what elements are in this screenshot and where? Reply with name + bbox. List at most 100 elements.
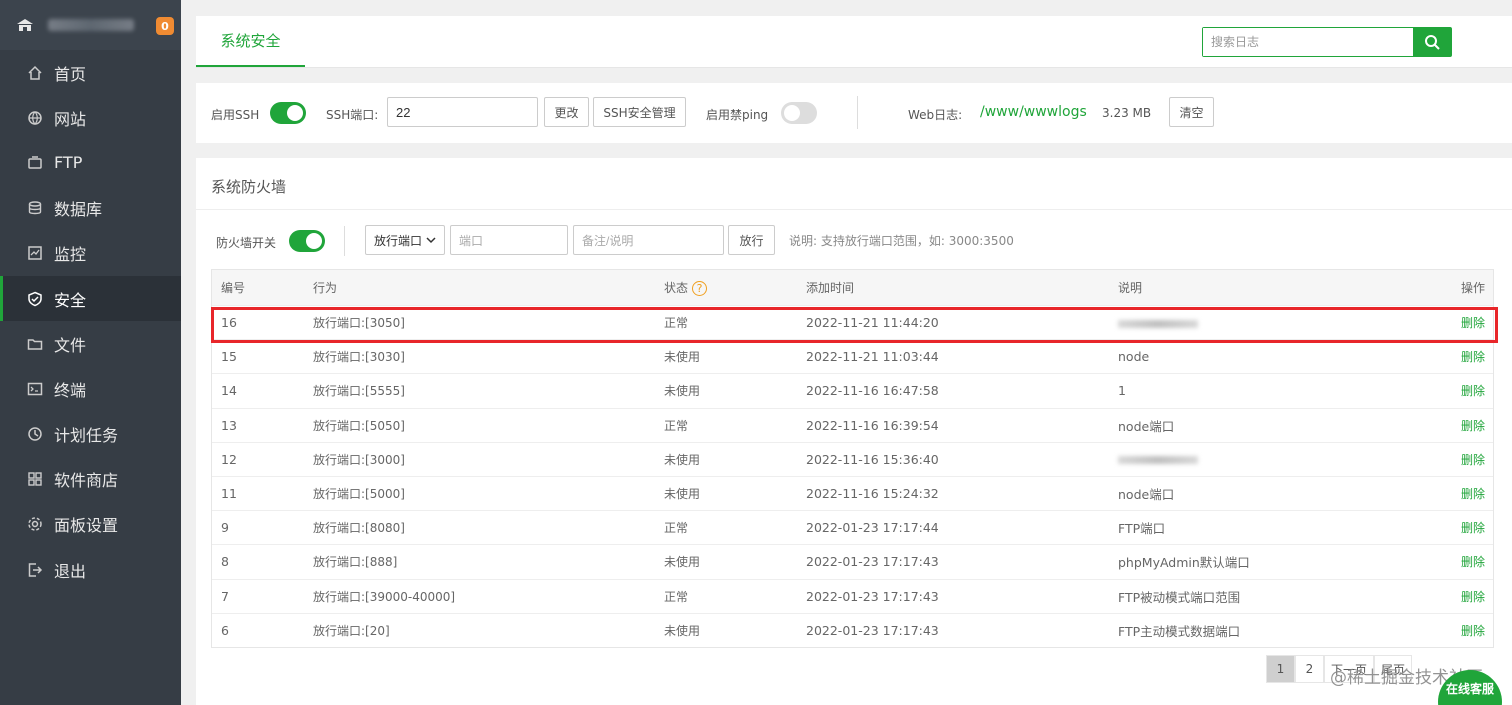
sidebar-item-folder[interactable]: 文件 [0, 321, 181, 366]
delete-link[interactable]: 删除 [1461, 348, 1485, 365]
cell-action: 放行端口:[888] [313, 555, 398, 570]
weblog-path-link[interactable]: /www/wwwlogs [980, 104, 1087, 120]
allow-button[interactable]: 放行 [728, 225, 775, 255]
clear-log-button[interactable]: 清空 [1169, 97, 1214, 127]
table-row: 7 放行端口:[39000-40000] 正常 2022-01-23 17:17:43… [212, 578, 1493, 613]
rule-type-select[interactable]: 放行端口 [365, 225, 445, 255]
sidebar-item-gear[interactable]: 面板设置 [0, 502, 181, 547]
ssh-port-input[interactable]: 22 [387, 97, 538, 127]
database-icon [28, 201, 42, 215]
cell-action: 放行端口:[20] [313, 623, 390, 638]
log-search [1202, 27, 1452, 57]
ssh-manage-button[interactable]: SSH安全管理 [593, 97, 686, 127]
cell-action: 放行端口:[3050] [313, 316, 405, 331]
firewall-panel: 系统防火墙 防火墙开关 放行端口 端口 备注/说明 放行 说明: 支持放行端口范… [196, 158, 1512, 705]
table-row: 6 放行端口:[20] 未使用 2022-01-23 17:17:43 FTP主动模式数… [212, 612, 1493, 647]
sidebar-item-label: 面板设置 [54, 516, 119, 536]
table-row: 15 放行端口:[3030] 未使用 2022-11-21 11:03:44 node 删… [212, 339, 1493, 373]
cell-status: 正常 [664, 589, 689, 604]
ssh-port-label: SSH端口: [326, 108, 379, 122]
sidebar-item-ftp[interactable]: FTP [0, 140, 181, 185]
sidebar: 0 首页网站 FTP 数据库监控安全文件终端 计划任务软件商店面板设置退出 [0, 0, 181, 705]
divider [196, 209, 1512, 210]
delete-link[interactable]: 删除 [1461, 622, 1485, 639]
cell-status: 未使用 [664, 555, 701, 570]
monitor-icon [28, 246, 42, 261]
sidebar-item-label: 文件 [54, 335, 87, 355]
cell-note: node [1118, 349, 1150, 365]
header-status: 状态? [664, 279, 708, 296]
gear-icon [28, 517, 42, 532]
cell-id: 7 [221, 588, 229, 604]
page-2[interactable]: 2 [1295, 655, 1324, 683]
sidebar-item-logout[interactable]: 退出 [0, 547, 181, 592]
notification-badge[interactable]: 0 [156, 17, 174, 35]
page-1[interactable]: 1 [1266, 655, 1295, 683]
firewall-toggle[interactable] [289, 230, 325, 252]
sidebar-item-monitor[interactable]: 监控 [0, 231, 181, 276]
cell-status: 未使用 [664, 487, 701, 502]
cell-id: 9 [221, 520, 229, 536]
port-input[interactable]: 端口 [450, 225, 568, 255]
header-id: 编号 [221, 281, 246, 295]
search-input[interactable] [1203, 28, 1413, 56]
cell-status: 未使用 [664, 623, 701, 638]
sidebar-item-label: 安全 [54, 290, 87, 310]
search-button[interactable] [1413, 28, 1451, 56]
table-row: 13 放行端口:[5050] 正常 2022-11-16 16:39:54 node端口… [212, 407, 1493, 442]
home-icon [28, 65, 42, 80]
cell-id: 15 [221, 349, 237, 365]
rule-type-value: 放行端口 [374, 233, 423, 248]
cell-note-blurred [1118, 315, 1198, 330]
cell-time: 2022-11-16 16:47:58 [806, 383, 939, 399]
firewall-switch-label: 防火墙开关 [216, 236, 277, 250]
sidebar-item-terminal[interactable]: 终端 [0, 366, 181, 411]
change-port-button[interactable]: 更改 [544, 97, 589, 127]
delete-link[interactable]: 删除 [1461, 553, 1485, 570]
cell-status: 正常 [664, 418, 689, 433]
sidebar-item-shield[interactable]: 安全 [0, 275, 181, 322]
sidebar-item-home[interactable]: 首页 [0, 50, 181, 95]
cell-note: node端口 [1118, 487, 1175, 503]
sidebar-item-label: 监控 [54, 245, 87, 265]
delete-link[interactable]: 删除 [1461, 588, 1485, 605]
table-header: 编号 行为 状态? 添加时间 说明 操作 [212, 270, 1493, 305]
delete-link[interactable]: 删除 [1461, 314, 1485, 331]
sidebar-item-database[interactable]: 数据库 [0, 186, 181, 231]
blurred-note [1118, 319, 1198, 328]
sidebar-item-label: 软件商店 [54, 471, 119, 491]
cell-time: 2022-11-21 11:44:20 [806, 315, 939, 331]
sidebar-item-label: 网站 [54, 109, 87, 129]
cell-action: 放行端口:[8080] [313, 521, 405, 536]
delete-link[interactable]: 删除 [1461, 519, 1485, 536]
table-row: 12 放行端口:[3000] 未使用 2022-11-16 15:36:40 删除 [212, 441, 1493, 476]
cell-time: 2022-11-16 15:24:32 [806, 486, 939, 502]
shield-icon [28, 291, 42, 306]
help-icon[interactable]: ? [692, 281, 708, 296]
ssh-enable-label: 启用SSH [211, 108, 260, 122]
sidebar-item-apps[interactable]: 软件商店 [0, 457, 181, 502]
cell-id: 12 [221, 451, 237, 467]
sidebar-item-globe[interactable]: 网站 [0, 95, 181, 140]
ssh-toggle[interactable] [270, 102, 306, 124]
sidebar-item-clock[interactable]: 计划任务 [0, 412, 181, 457]
tab-system-security[interactable]: 系统安全 [196, 16, 305, 67]
delete-link[interactable]: 删除 [1461, 382, 1485, 399]
cell-note: FTP端口 [1118, 521, 1166, 537]
cell-status: 未使用 [664, 452, 701, 467]
ftp-icon [28, 156, 42, 169]
cell-time: 2022-01-23 17:17:43 [806, 622, 939, 638]
cell-action: 放行端口:[3030] [313, 350, 405, 365]
cell-time: 2022-01-23 17:17:43 [806, 554, 939, 570]
ping-toggle[interactable] [781, 102, 817, 124]
note-input[interactable]: 备注/说明 [573, 225, 724, 255]
cell-action: 放行端口:[3000] [313, 452, 405, 467]
server-name-blurred [48, 19, 134, 31]
cell-note: 1 [1118, 383, 1126, 399]
cell-note: FTP被动模式端口范围 [1118, 589, 1241, 605]
delete-link[interactable]: 删除 [1461, 485, 1485, 502]
delete-link[interactable]: 删除 [1461, 417, 1485, 434]
clock-icon [28, 427, 42, 441]
delete-link[interactable]: 删除 [1461, 451, 1485, 468]
cell-action: 放行端口:[5050] [313, 418, 405, 433]
